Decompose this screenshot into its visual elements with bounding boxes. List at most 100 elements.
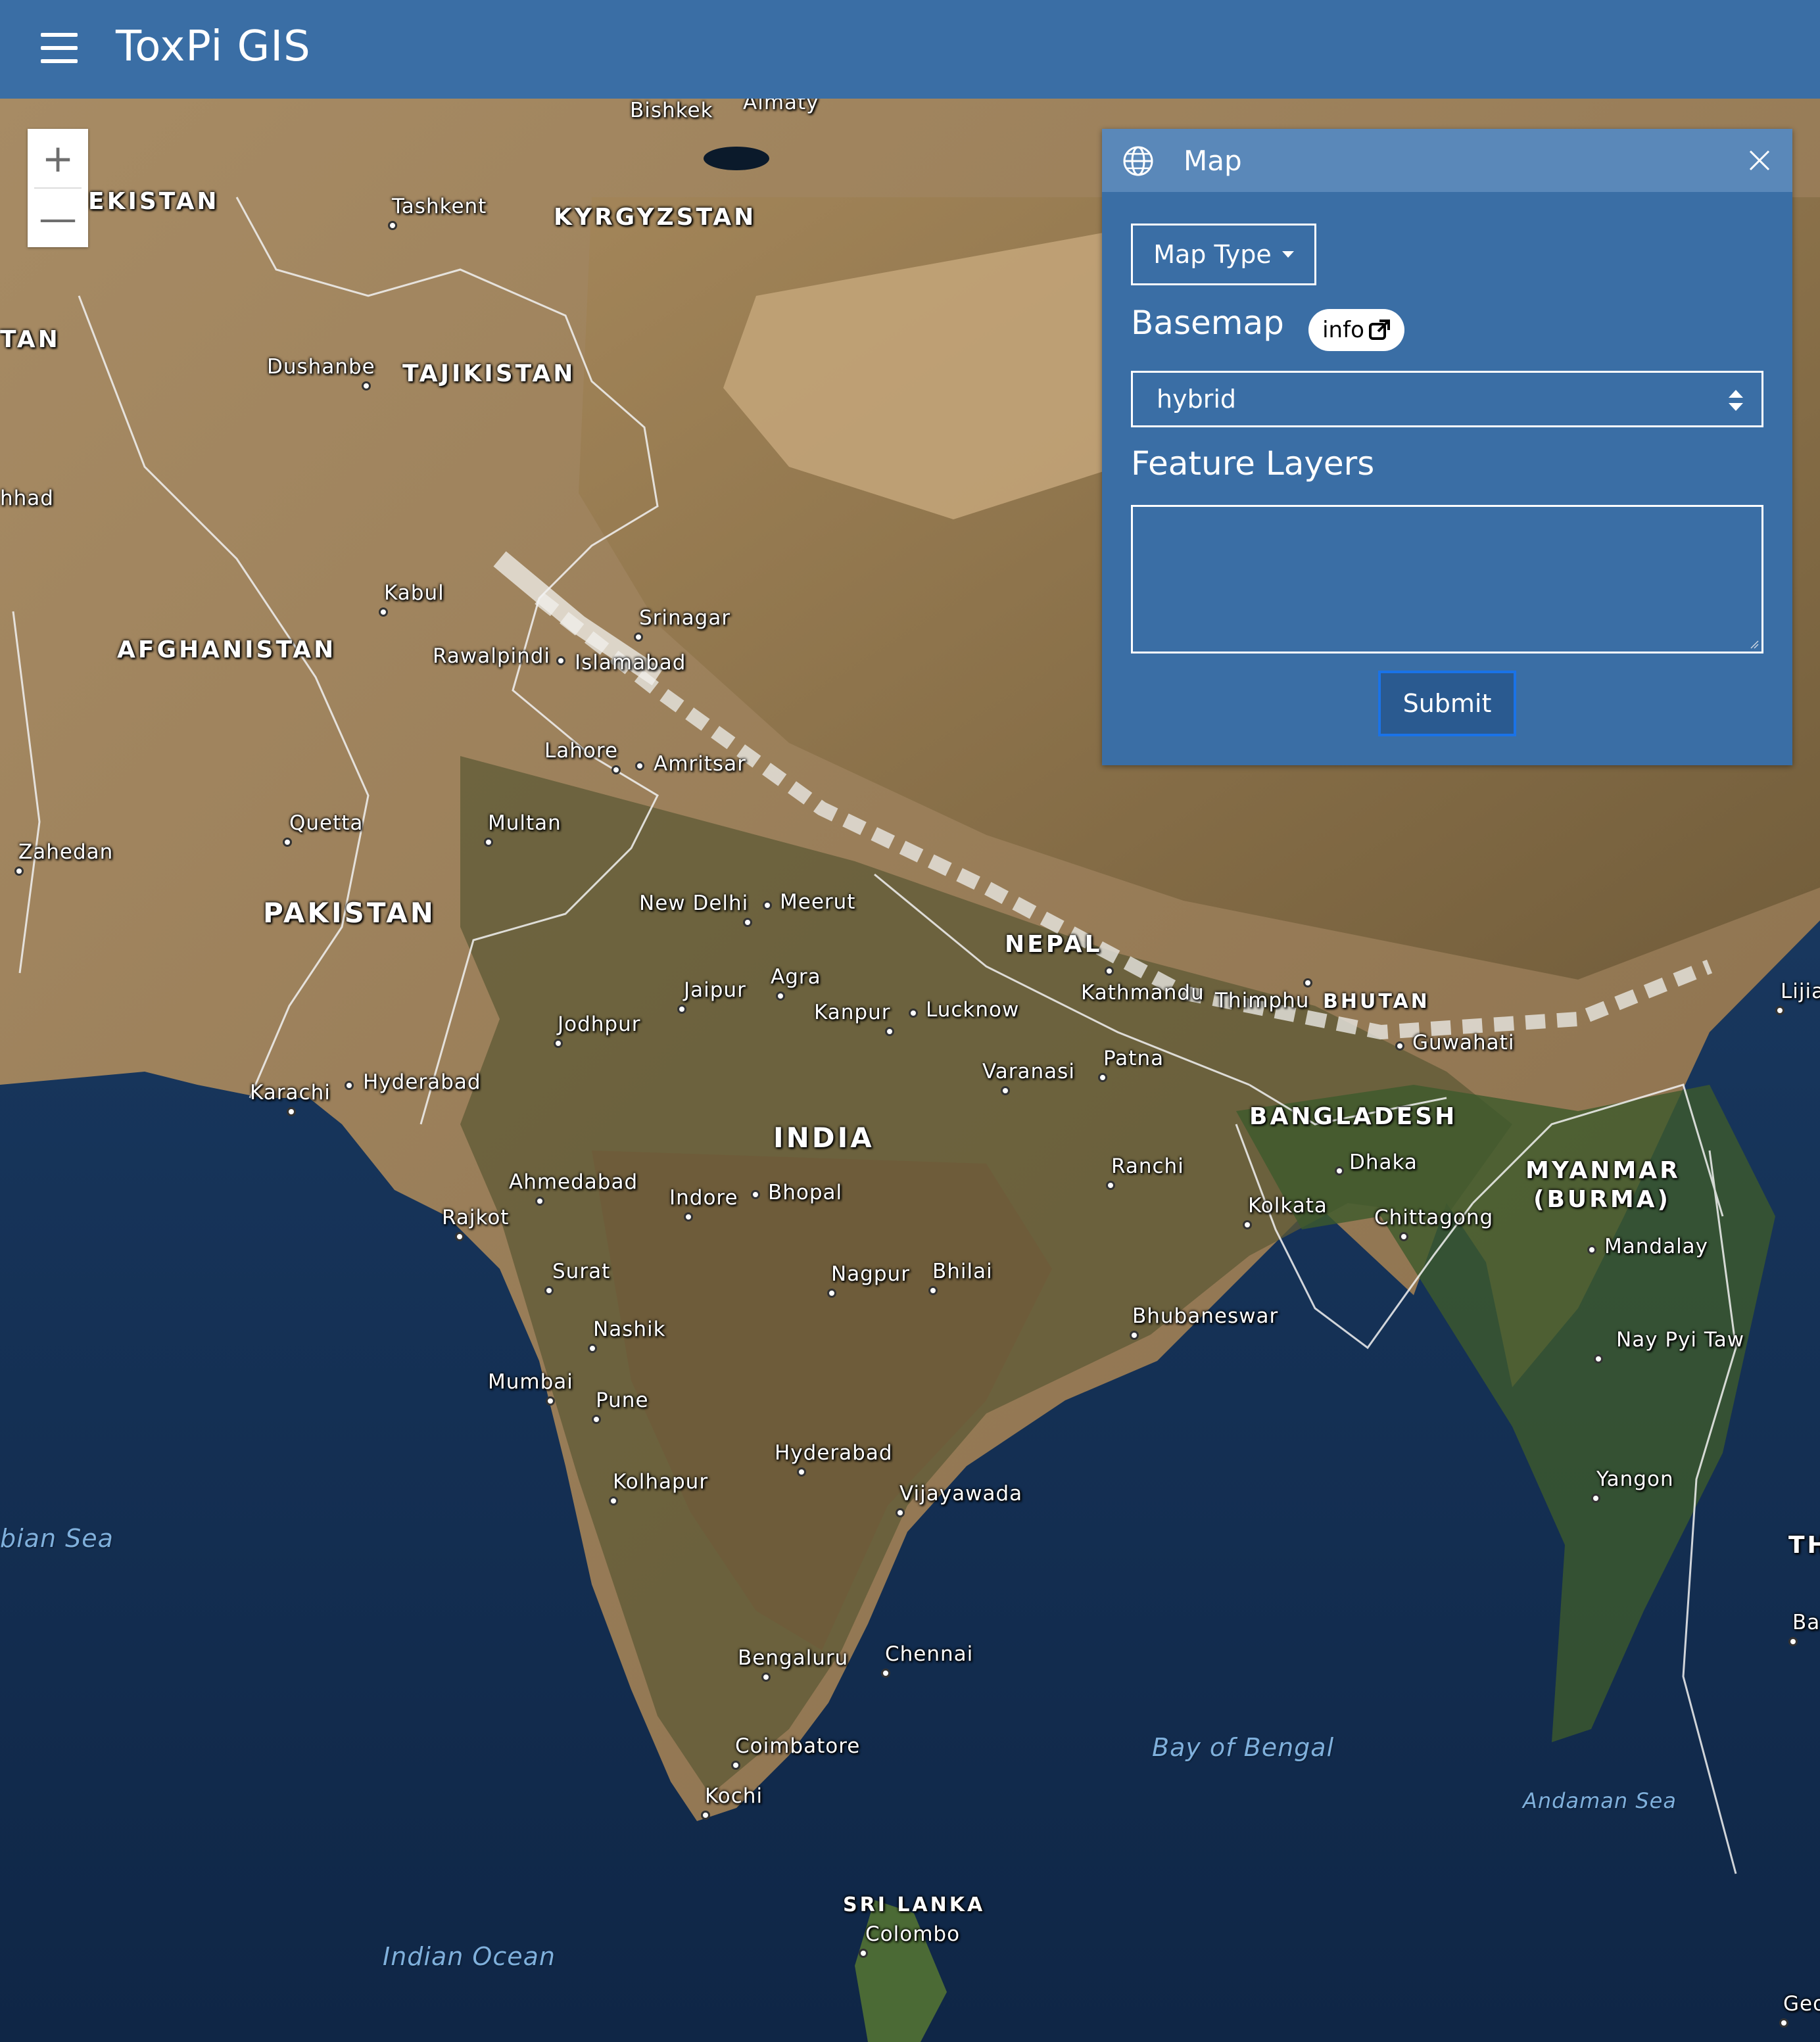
map-label-city: Quetta [289, 811, 364, 835]
map-label-city: Rajkot [442, 1206, 510, 1229]
city-dot [1399, 1232, 1408, 1241]
map-label-city: Nay Pyi Taw [1616, 1328, 1745, 1352]
city-dot [743, 918, 752, 927]
city-dot [1779, 2018, 1788, 2028]
city-dot [1775, 1006, 1784, 1015]
feature-layers-label: Feature Layers [1131, 444, 1375, 483]
app-title: ToxPi GIS [116, 22, 311, 71]
map-label-city: Coimbatore [735, 1734, 861, 1758]
map-label-city: Vijayawada [899, 1482, 1023, 1506]
submit-button[interactable]: Submit [1378, 671, 1516, 736]
city-dot [609, 1496, 618, 1506]
top-app-bar: ToxPi GIS [0, 0, 1820, 99]
map-label-city: Karachi [250, 1081, 331, 1104]
city-dot [1788, 1637, 1798, 1646]
zoom-out-button[interactable]: — [28, 189, 88, 247]
map-type-label: Map Type [1153, 240, 1272, 269]
map-label-city: Mandalay [1604, 1235, 1709, 1258]
map-label-city: Dhaka [1349, 1151, 1418, 1174]
city-dot [1130, 1331, 1139, 1340]
map-label-city: Bengaluru [738, 1646, 849, 1670]
map-label-city: Varanasi [982, 1060, 1075, 1083]
map-label-city: hhad [0, 487, 54, 510]
hamburger-menu-icon[interactable] [41, 33, 78, 63]
city-dot [611, 765, 621, 774]
city-dot [797, 1467, 806, 1477]
basemap-select[interactable]: hybrid [1131, 371, 1763, 427]
city-dot [1243, 1220, 1252, 1229]
map-label-city: Meerut [780, 890, 856, 914]
city-dot [588, 1344, 597, 1353]
map-label-city: Bhubaneswar [1132, 1304, 1279, 1328]
map-label-water: Andaman Sea [1523, 1788, 1677, 1813]
resize-grip-icon[interactable] [1748, 638, 1759, 649]
map-label-country: BANGLADESH [1249, 1103, 1458, 1130]
map-label-country: TAJIKISTAN [402, 360, 576, 387]
chevron-down-icon [1281, 251, 1294, 258]
city-dot [556, 656, 565, 665]
info-link[interactable]: info [1308, 309, 1404, 351]
city-dot [1335, 1166, 1344, 1175]
map-label-city: New Delhi [639, 891, 749, 915]
map-label-city: Rawalpindi [433, 644, 551, 668]
select-arrows-icon [1729, 390, 1743, 411]
city-dot [1587, 1245, 1596, 1254]
city-dot [634, 632, 643, 642]
zoom-control: + — [28, 129, 88, 247]
map-label-city: Geo [1783, 1992, 1820, 2016]
map-label-city: Dushanbe [267, 355, 375, 379]
city-dot [776, 991, 785, 1001]
city-dot [345, 1081, 354, 1090]
map-label-water: Indian Ocean [383, 1942, 556, 1971]
map-label-city: Colombo [865, 1922, 961, 1946]
map-label-city: Bhopal [768, 1181, 843, 1204]
map-label-country: EKISTAN [88, 188, 220, 215]
city-dot [1591, 1494, 1600, 1503]
map-label-water: bian Sea [0, 1524, 114, 1553]
map-label-country: AFGHANISTAN [117, 636, 337, 663]
map-label-country: MYANMAR [1525, 1157, 1681, 1184]
city-dot [1106, 1181, 1115, 1190]
map-label-city: Kathmandu [1081, 981, 1205, 1005]
map-label-city: Nashik [593, 1318, 666, 1341]
map-label-country: NEPAL [1005, 931, 1103, 958]
city-dot [761, 1673, 771, 1682]
map-label-city: Multan [488, 811, 562, 835]
map-settings-panel: Map Map Type Basemap info hybrid Feature… [1102, 129, 1792, 765]
map-label-city: Kabul [384, 581, 444, 605]
map-label-city: Srinagar [639, 606, 731, 630]
map-label-city: Hyderabad [775, 1441, 893, 1465]
zoom-in-button[interactable]: + [28, 129, 88, 187]
city-dot [455, 1232, 464, 1241]
close-icon[interactable] [1748, 149, 1771, 172]
feature-layers-textarea[interactable] [1131, 505, 1763, 653]
city-dot [1105, 966, 1114, 976]
map-type-dropdown-button[interactable]: Map Type [1131, 224, 1316, 285]
city-dot [1098, 1073, 1107, 1082]
map-label-city: Indore [669, 1186, 738, 1210]
city-dot [1395, 1041, 1404, 1051]
map-label-country: PAKISTAN [263, 897, 436, 929]
map-label-country: TAN [0, 326, 60, 353]
city-dot [592, 1415, 601, 1424]
map-label-city: Pune [596, 1389, 649, 1412]
map-label-city: Hyderabad [363, 1070, 481, 1094]
info-label: info [1322, 317, 1364, 343]
map-label-city: Mumbai [488, 1370, 573, 1394]
city-dot [484, 838, 493, 847]
city-dot [677, 1005, 686, 1014]
city-dot [546, 1396, 555, 1406]
map-label-city: Islamabad [575, 651, 686, 675]
globe-icon [1123, 146, 1153, 176]
city-dot [928, 1286, 938, 1295]
city-dot [554, 1039, 563, 1048]
panel-title: Map [1184, 145, 1242, 177]
map-label-city: Thimphu [1215, 989, 1310, 1012]
map-label-city: Patna [1103, 1047, 1164, 1070]
city-dot [751, 1190, 760, 1199]
city-dot [731, 1761, 740, 1770]
map-label-country: TH [1788, 1532, 1820, 1559]
map-label-city: Kolkata [1248, 1194, 1328, 1218]
city-dot [701, 1811, 710, 1820]
map-label-city: Tashkent [392, 195, 487, 218]
